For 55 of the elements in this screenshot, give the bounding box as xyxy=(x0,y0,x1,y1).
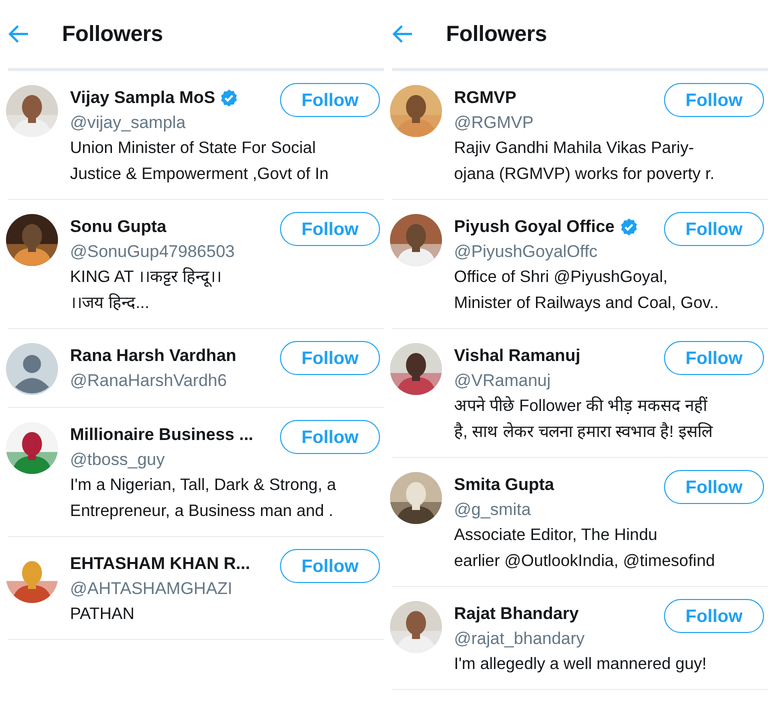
user-handle: @tboss_guy xyxy=(70,450,165,469)
user-name: Vishal Ramanuj xyxy=(454,345,580,367)
user-handle: @RGMVP xyxy=(454,113,534,132)
page-title: Followers xyxy=(446,21,547,47)
user-name: EHTASHAM KHAN R... xyxy=(70,553,250,575)
user-bio: अपने पीछे Follower की भीड़ मकसद नहीं xyxy=(454,395,708,417)
follow-button[interactable]: Follow xyxy=(280,549,380,583)
user-bio: I'm allegedly a well mannered guy! xyxy=(454,654,708,675)
user-handle: @vijay_sampla xyxy=(70,113,186,132)
user-bio: ojana (RGMVP) works for poverty r. xyxy=(454,164,716,185)
user-bio: Office of Shri @PiyushGoyal, xyxy=(454,267,669,288)
user-handle: @RanaHarshVardh6 xyxy=(70,371,227,390)
user-bio: Minister of Railways and Coal, Gov.. xyxy=(454,293,720,314)
user-handle: @SonuGup47986503 xyxy=(70,242,235,261)
user-name: Millionaire Business ... xyxy=(70,424,254,446)
follow-button[interactable]: Follow xyxy=(280,420,380,454)
user-name: Piyush Goyal Office xyxy=(454,216,615,238)
user-handle: @AHTASHAMGHAZI xyxy=(70,579,232,598)
follow-button[interactable]: Follow xyxy=(280,212,380,246)
back-button[interactable] xyxy=(8,23,30,45)
user-handle: @PiyushGoyalOffc xyxy=(454,242,598,261)
user-bio: ।।जय हिन्द... xyxy=(70,292,150,314)
user-bio: earlier @OutlookIndia, @timesofind xyxy=(454,551,716,572)
follow-button[interactable]: Follow xyxy=(280,341,380,375)
user-bio: KING AT ।।कट्टर हिन्दू।। xyxy=(70,266,223,289)
user-name: Sonu Gupta xyxy=(70,216,166,238)
user-name: RGMVP xyxy=(454,87,516,109)
user-bio: Associate Editor, The Hindu xyxy=(454,525,658,546)
follow-button[interactable]: Follow xyxy=(280,83,380,117)
user-bio: I'm a Nigerian, Tall, Dark & Strong, a xyxy=(70,475,338,496)
default-avatar-icon xyxy=(6,343,58,395)
follow-button[interactable]: Follow xyxy=(664,212,764,246)
user-name: Vijay Sampla MoS xyxy=(70,87,216,109)
follow-button[interactable]: Follow xyxy=(664,83,764,117)
user-bio: है, साथ लेकर चलना हमारा स्वभाव है! इसलि xyxy=(454,421,714,443)
user-handle: @VRamanuj xyxy=(454,371,551,390)
user-handle: @rajat_bhandary xyxy=(454,629,585,648)
user-bio: Rajiv Gandhi Mahila Vikas Pariy- xyxy=(454,138,695,159)
back-arrow-icon xyxy=(392,23,414,45)
user-handle: @g_smita xyxy=(454,500,531,519)
user-bio: PATHAN xyxy=(70,604,136,625)
user-bio: Union Minister of State For Social xyxy=(70,138,317,159)
user-name: Rana Harsh Vardhan xyxy=(70,345,236,367)
follow-button[interactable]: Follow xyxy=(664,470,764,504)
user-bio: Justice & Empowerment ,Govt of In xyxy=(70,164,330,185)
user-name: Rajat Bhandary xyxy=(454,603,579,625)
follow-button[interactable]: Follow xyxy=(664,341,764,375)
back-button[interactable] xyxy=(392,23,414,45)
verified-badge-icon xyxy=(220,89,238,107)
page-title: Followers xyxy=(62,21,163,47)
user-bio: Entrepreneur, a Business man and . xyxy=(70,501,334,522)
verified-badge-icon xyxy=(620,218,638,236)
user-name: Smita Gupta xyxy=(454,474,554,496)
back-arrow-icon xyxy=(8,23,30,45)
follow-button[interactable]: Follow xyxy=(664,599,764,633)
